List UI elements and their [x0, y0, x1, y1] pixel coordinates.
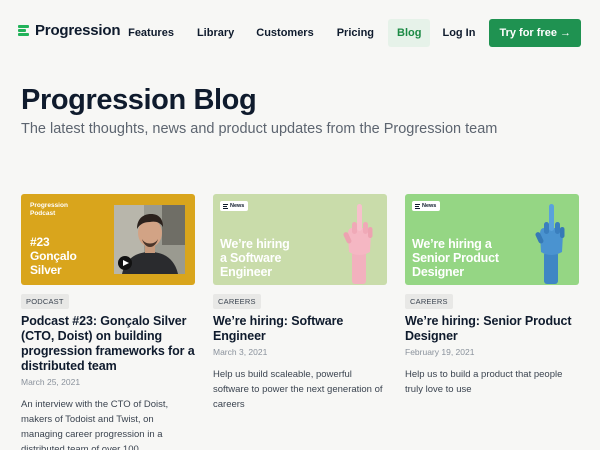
progression-logo-icon [223, 203, 228, 209]
nav-blog[interactable]: Blog [388, 19, 431, 47]
nav-login[interactable]: Log In [442, 19, 475, 47]
headline-line: a Software [220, 251, 282, 265]
post-excerpt: Help us to build a product that people t… [405, 369, 563, 395]
nav-features[interactable]: Features [128, 19, 174, 47]
news-badge: News [412, 201, 441, 211]
play-icon[interactable] [118, 256, 132, 270]
news-badge: News [220, 201, 249, 211]
post-title[interactable]: Podcast #23: Gonçalo Silver (CTO, Doist)… [21, 314, 195, 374]
post-date: February 19, 2021 [405, 347, 475, 357]
nav-library[interactable]: Library [197, 19, 234, 47]
news-badge-label: News [422, 203, 437, 209]
wooden-hand-icon [535, 204, 565, 284]
blog-post-card[interactable]: Progression Podcast #23 Gonçalo Silver P… [21, 194, 195, 450]
guest-name-line: Gonçalo [30, 249, 77, 263]
progression-logo-icon [415, 203, 420, 209]
blog-post-card[interactable]: News We’re hiring a Software Engineer CA… [213, 194, 387, 412]
podcast-episode-text: #23 Gonçalo Silver [30, 235, 77, 277]
headline-line: Senior Product [412, 251, 499, 265]
main-nav: Features Library Customers Pricing Blog … [128, 19, 581, 47]
headline-line: We’re hiring a [412, 237, 492, 251]
nav-pricing[interactable]: Pricing [337, 19, 374, 47]
blog-post-card[interactable]: News We’re hiring a Senior Product Desig… [405, 194, 579, 397]
guest-photo [114, 205, 185, 274]
post-excerpt: An interview with the CTO of Doist, make… [21, 399, 169, 450]
post-title[interactable]: We’re hiring: Senior Product Designer [405, 314, 579, 344]
page-subtitle: The latest thoughts, news and product up… [21, 121, 498, 137]
post-tag[interactable]: CAREERS [213, 294, 261, 309]
headline-line: Engineer [220, 265, 272, 279]
episode-number: #23 [30, 235, 50, 249]
brand-name: Progression [35, 22, 121, 39]
news-badge-label: News [230, 203, 245, 209]
post-tag[interactable]: CAREERS [405, 294, 453, 309]
progression-logo-icon [18, 25, 29, 36]
podcast-label-line: Progression [30, 202, 68, 209]
headline-line: We’re hiring [220, 237, 290, 251]
post-date: March 3, 2021 [213, 347, 268, 357]
post-thumbnail[interactable]: News We’re hiring a Software Engineer [213, 194, 387, 285]
post-tag[interactable]: PODCAST [21, 294, 69, 309]
post-thumbnail[interactable]: News We’re hiring a Senior Product Desig… [405, 194, 579, 285]
post-excerpt: Help us build scaleable, powerful softwa… [213, 369, 383, 410]
nav-customers[interactable]: Customers [256, 19, 313, 47]
post-title[interactable]: We’re hiring: Software Engineer [213, 314, 387, 344]
podcast-label: Progression Podcast [30, 202, 68, 218]
headline-line: Designer [412, 265, 464, 279]
guest-name-line: Silver [30, 263, 62, 277]
podcast-label-line: Podcast [30, 210, 56, 217]
try-for-free-button[interactable]: Try for free → [489, 19, 581, 47]
post-thumbnail[interactable]: Progression Podcast #23 Gonçalo Silver [21, 194, 195, 285]
brand-logo[interactable]: Progression [18, 22, 121, 39]
thumbnail-headline: We’re hiring a Software Engineer [220, 237, 290, 279]
thumbnail-headline: We’re hiring a Senior Product Designer [412, 237, 499, 279]
site-header: Progression Features Library Customers P… [0, 0, 600, 64]
post-date: March 25, 2021 [21, 377, 81, 387]
wooden-hand-icon [343, 204, 373, 284]
page-title: Progression Blog [21, 84, 257, 116]
